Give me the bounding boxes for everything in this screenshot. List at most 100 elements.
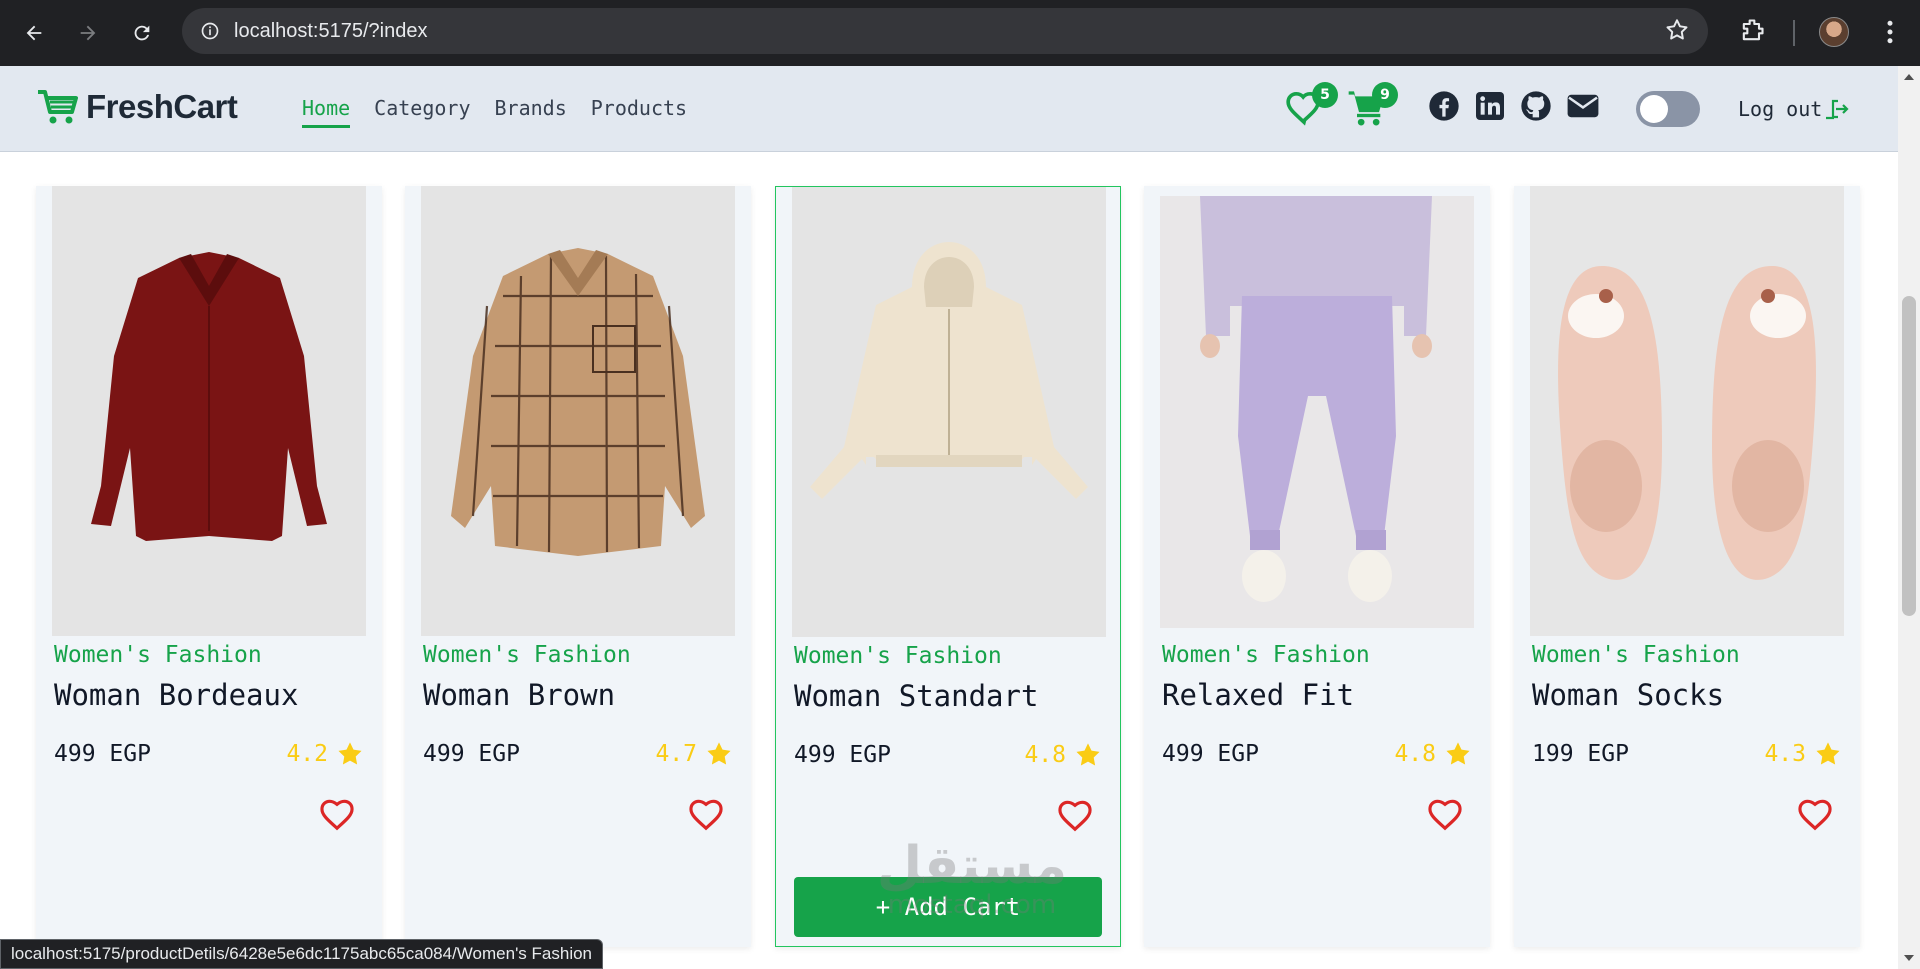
star-icon [1446, 742, 1470, 765]
dark-mode-toggle[interactable] [1636, 91, 1700, 127]
main-menu: Home Category Brands Products [302, 96, 687, 128]
github-link[interactable] [1520, 90, 1552, 127]
product-price: 199 EGP [1532, 741, 1629, 767]
rating-value: 4.8 [1024, 742, 1066, 768]
toggle-knob [1640, 95, 1668, 123]
product-image[interactable] [421, 186, 735, 636]
wishlist-count-badge: 5 [1312, 82, 1338, 108]
heart-outline-icon [320, 799, 354, 831]
cart-count-badge: 9 [1372, 82, 1398, 108]
shopping-cart-logo-icon [38, 90, 78, 124]
heart-outline-icon [689, 799, 723, 831]
add-to-wishlist-button[interactable] [318, 796, 356, 837]
extensions-icon[interactable] [1738, 17, 1766, 50]
nav-link-category[interactable]: Category [374, 96, 470, 128]
star-icon [338, 742, 362, 765]
linkedin-icon [1476, 92, 1504, 120]
product-rating: 4.7 [655, 740, 733, 768]
nav-link-products[interactable]: Products [591, 96, 687, 128]
product-price: 499 EGP [1162, 741, 1259, 767]
product-price: 499 EGP [794, 742, 891, 768]
profile-avatar[interactable] [1819, 17, 1849, 47]
product-price: 499 EGP [423, 741, 520, 767]
add-to-wishlist-button[interactable] [1426, 796, 1464, 837]
watermark-arabic: مستقل [876, 836, 1068, 896]
product-card[interactable]: Women's Fashion Woman Bordeaux 499 EGP 4… [36, 186, 382, 947]
wishlist-button[interactable]: 5 [1284, 82, 1338, 133]
add-to-wishlist-button[interactable] [1796, 796, 1834, 837]
brand-name: FreshCart [86, 88, 238, 125]
scrollbar-thumb[interactable] [1902, 296, 1916, 616]
product-title: Woman Bordeaux [54, 678, 299, 712]
product-title: Relaxed Fit [1162, 678, 1355, 712]
product-card[interactable]: Women's Fashion Woman Brown 499 EGP 4.7 [405, 186, 751, 947]
cart-button[interactable]: 9 [1346, 82, 1398, 133]
facebook-link[interactable] [1428, 90, 1460, 127]
product-category: Women's Fashion [1162, 642, 1370, 668]
product-rating: 4.8 [1024, 741, 1102, 769]
product-rating: 4.2 [286, 740, 364, 768]
envelope-icon [1567, 94, 1599, 118]
watermark: مستقل mostaql.com [862, 840, 1082, 918]
nav-link-brands[interactable]: Brands [495, 96, 567, 128]
bookmark-star-icon[interactable] [1664, 17, 1690, 48]
page-scrollbar[interactable] [1898, 66, 1920, 969]
rating-value: 4.7 [655, 741, 697, 767]
reload-icon [134, 25, 150, 41]
site-navbar: FreshCart Home Category Brands Products … [0, 66, 1898, 152]
product-grid: Women's Fashion Woman Bordeaux 499 EGP 4… [36, 186, 1860, 947]
toolbar-divider [1793, 20, 1795, 46]
linkedin-link[interactable] [1474, 90, 1506, 127]
rating-value: 4.8 [1394, 741, 1436, 767]
reload-button[interactable] [122, 13, 162, 53]
product-card[interactable]: Women's Fashion Relaxed Fit 499 EGP 4.8 [1144, 186, 1490, 947]
site-info-icon[interactable] [196, 17, 224, 45]
heart-outline-icon [1798, 799, 1832, 831]
scroll-down-arrow[interactable] [1904, 955, 1914, 961]
browser-toolbar: localhost:5175/?index [0, 0, 1920, 66]
nav-link-home[interactable]: Home [302, 96, 351, 128]
forward-button[interactable] [68, 13, 108, 53]
product-title: Woman Standart [794, 679, 1039, 713]
product-category: Women's Fashion [54, 642, 262, 668]
arrow-right-icon [80, 25, 96, 41]
product-category: Women's Fashion [794, 643, 1002, 669]
brand-logo[interactable]: FreshCart [36, 88, 238, 126]
watermark-latin: mostaql.com [887, 890, 1057, 920]
product-image[interactable] [1160, 196, 1474, 628]
facebook-icon [1429, 91, 1459, 121]
url-text[interactable]: localhost:5175/?index [234, 20, 427, 43]
logout-label: Log out [1738, 97, 1823, 121]
back-button[interactable] [14, 13, 54, 53]
rating-value: 4.3 [1764, 741, 1806, 767]
email-link[interactable] [1566, 92, 1600, 125]
product-category: Women's Fashion [423, 642, 631, 668]
status-bar-url: localhost:5175/productDetils/6428e5e6dc1… [0, 939, 604, 969]
add-to-wishlist-button[interactable] [1056, 797, 1094, 838]
star-icon [707, 742, 731, 765]
product-title: Woman Brown [423, 678, 616, 712]
scroll-up-arrow[interactable] [1904, 74, 1914, 80]
product-image[interactable] [52, 186, 366, 636]
star-icon [1816, 742, 1840, 765]
product-rating: 4.8 [1394, 740, 1472, 768]
product-title: Woman Socks [1532, 678, 1725, 712]
product-rating: 4.3 [1764, 740, 1842, 768]
product-image[interactable] [792, 187, 1106, 637]
product-image[interactable] [1530, 186, 1844, 636]
product-category: Women's Fashion [1532, 642, 1740, 668]
github-icon [1521, 91, 1551, 121]
more-menu-icon[interactable] [1875, 17, 1905, 52]
heart-outline-icon [1058, 800, 1092, 832]
star-icon [1076, 743, 1100, 766]
product-card[interactable]: Women's Fashion Woman Standart 499 EGP 4… [775, 186, 1121, 947]
product-price: 499 EGP [54, 741, 151, 767]
add-to-wishlist-button[interactable] [687, 796, 725, 837]
product-card[interactable]: Women's Fashion Woman Socks 199 EGP 4.3 [1514, 186, 1860, 947]
logout-icon [1826, 99, 1849, 120]
logout-button[interactable]: Log out [1738, 97, 1850, 121]
address-bar[interactable]: localhost:5175/?index [182, 8, 1708, 54]
heart-outline-icon [1428, 799, 1462, 831]
rating-value: 4.2 [286, 741, 328, 767]
arrow-left-icon [26, 25, 42, 41]
